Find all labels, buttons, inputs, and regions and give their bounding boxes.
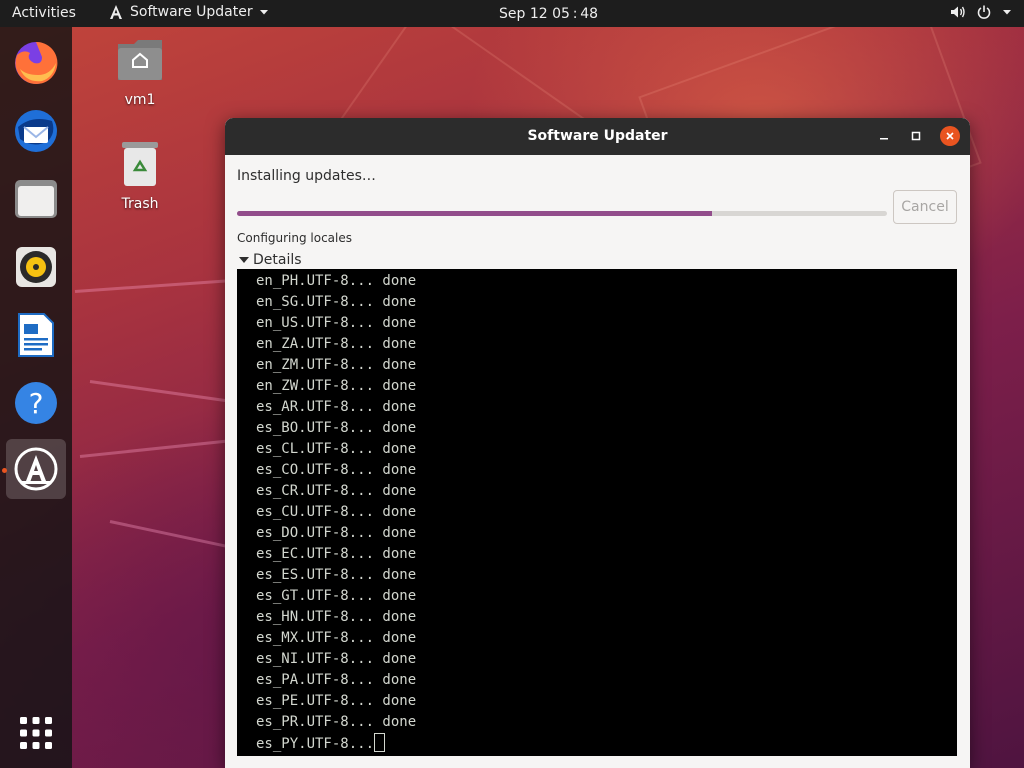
terminal-line: es_NI.UTF-8... done <box>256 651 417 667</box>
maximize-icon <box>911 131 921 141</box>
expander-arrow-icon <box>239 257 249 263</box>
activities-button[interactable]: Activities <box>12 5 76 21</box>
power-icon <box>977 5 991 19</box>
desktop-icon-home[interactable]: vm1 <box>100 36 180 108</box>
top-bar: Activities Software Updater Sep 12 05 : … <box>0 0 1024 27</box>
software-updater-window: Software Updater Installing updates… Can… <box>225 118 970 768</box>
dock-item-thunderbird[interactable] <box>6 101 66 161</box>
window-title: Software Updater <box>527 128 668 144</box>
dock-item-rhythmbox[interactable] <box>6 237 66 297</box>
progress-fill <box>237 211 712 216</box>
terminal-current-text: es_PY.UTF-8... <box>256 736 375 752</box>
chevron-down-icon <box>1003 10 1011 15</box>
cancel-button[interactable]: Cancel <box>893 190 957 224</box>
app-menu-label: Software Updater <box>130 4 253 20</box>
rhythmbox-icon <box>16 247 56 287</box>
close-button[interactable] <box>940 126 960 146</box>
software-updater-small-icon <box>110 5 122 19</box>
terminal-line: es_GT.UTF-8... done <box>256 588 417 604</box>
terminal-output[interactable]: en_PH.UTF-8... done en_SG.UTF-8... done en… <box>237 269 957 756</box>
terminal-line: es_ES.UTF-8... done <box>256 567 417 583</box>
minimize-button[interactable] <box>874 126 894 146</box>
home-folder-icon <box>118 40 162 80</box>
window-titlebar[interactable]: Software Updater <box>225 118 970 155</box>
terminal-line: es_CO.UTF-8... done <box>256 462 417 478</box>
terminal-line: en_US.UTF-8... done <box>256 315 417 331</box>
files-icon <box>15 180 57 218</box>
thunderbird-icon <box>15 110 57 152</box>
desktop-icon-trash[interactable]: Trash <box>100 140 180 212</box>
terminal-line: en_ZW.UTF-8... done <box>256 378 417 394</box>
details-expander[interactable]: Details <box>239 252 302 268</box>
dock-item-help[interactable]: ? <box>6 373 66 433</box>
maximize-button[interactable] <box>906 126 926 146</box>
chevron-down-icon <box>259 10 268 15</box>
firefox-icon <box>15 41 58 84</box>
install-status: Installing updates… <box>237 168 376 184</box>
running-indicator <box>2 468 7 473</box>
terminal-line: es_HN.UTF-8... done <box>256 609 417 625</box>
show-applications-icon <box>20 717 52 749</box>
app-menu[interactable]: Software Updater <box>108 4 269 20</box>
dock-item-show-applications[interactable] <box>6 703 66 763</box>
details-label: Details <box>253 252 302 268</box>
terminal-current-line: es_PY.UTF-8... <box>256 733 957 754</box>
terminal-line: en_SG.UTF-8... done <box>256 294 417 310</box>
dock-item-firefox[interactable] <box>6 33 66 93</box>
terminal-line: es_DO.UTF-8... done <box>256 525 417 541</box>
progress-bar <box>237 211 887 216</box>
terminal-line: es_CL.UTF-8... done <box>256 441 417 457</box>
terminal-line: es_CR.UTF-8... done <box>256 483 417 499</box>
terminal-line: es_PE.UTF-8... done <box>256 693 417 709</box>
dock-item-writer[interactable] <box>6 305 66 365</box>
libreoffice-writer-icon <box>18 313 54 357</box>
terminal-line: es_CU.UTF-8... done <box>256 504 417 520</box>
volume-icon <box>951 6 965 18</box>
terminal-line: es_PA.UTF-8... done <box>256 672 417 688</box>
terminal-line: en_ZA.UTF-8... done <box>256 336 417 352</box>
trash-icon <box>122 142 158 186</box>
software-updater-icon <box>14 447 58 491</box>
dock-item-software-updater[interactable] <box>6 439 66 499</box>
terminal-line: en_PH.UTF-8... done <box>256 273 417 289</box>
terminal-line: es_BO.UTF-8... done <box>256 420 417 436</box>
system-tray[interactable] <box>950 4 1012 20</box>
terminal-line: en_ZM.UTF-8... done <box>256 357 417 373</box>
clock[interactable]: Sep 12 05 : 48 <box>499 6 598 22</box>
dock-item-files[interactable] <box>6 169 66 229</box>
close-icon <box>946 132 954 140</box>
terminal-line: es_PR.UTF-8... done <box>256 714 417 730</box>
help-icon: ? <box>15 382 57 424</box>
terminal-line: es_MX.UTF-8... done <box>256 630 417 646</box>
terminal-line: es_AR.UTF-8... done <box>256 399 417 415</box>
desktop-icon-label: vm1 <box>124 92 156 108</box>
svg-text:?: ? <box>29 387 44 420</box>
desktop-icon-label: Trash <box>121 196 159 212</box>
current-task: Configuring locales <box>237 231 353 245</box>
minimize-icon <box>880 138 888 140</box>
terminal-line: es_EC.UTF-8... done <box>256 546 417 562</box>
terminal-cursor <box>374 733 386 752</box>
dock: ? <box>0 27 72 768</box>
